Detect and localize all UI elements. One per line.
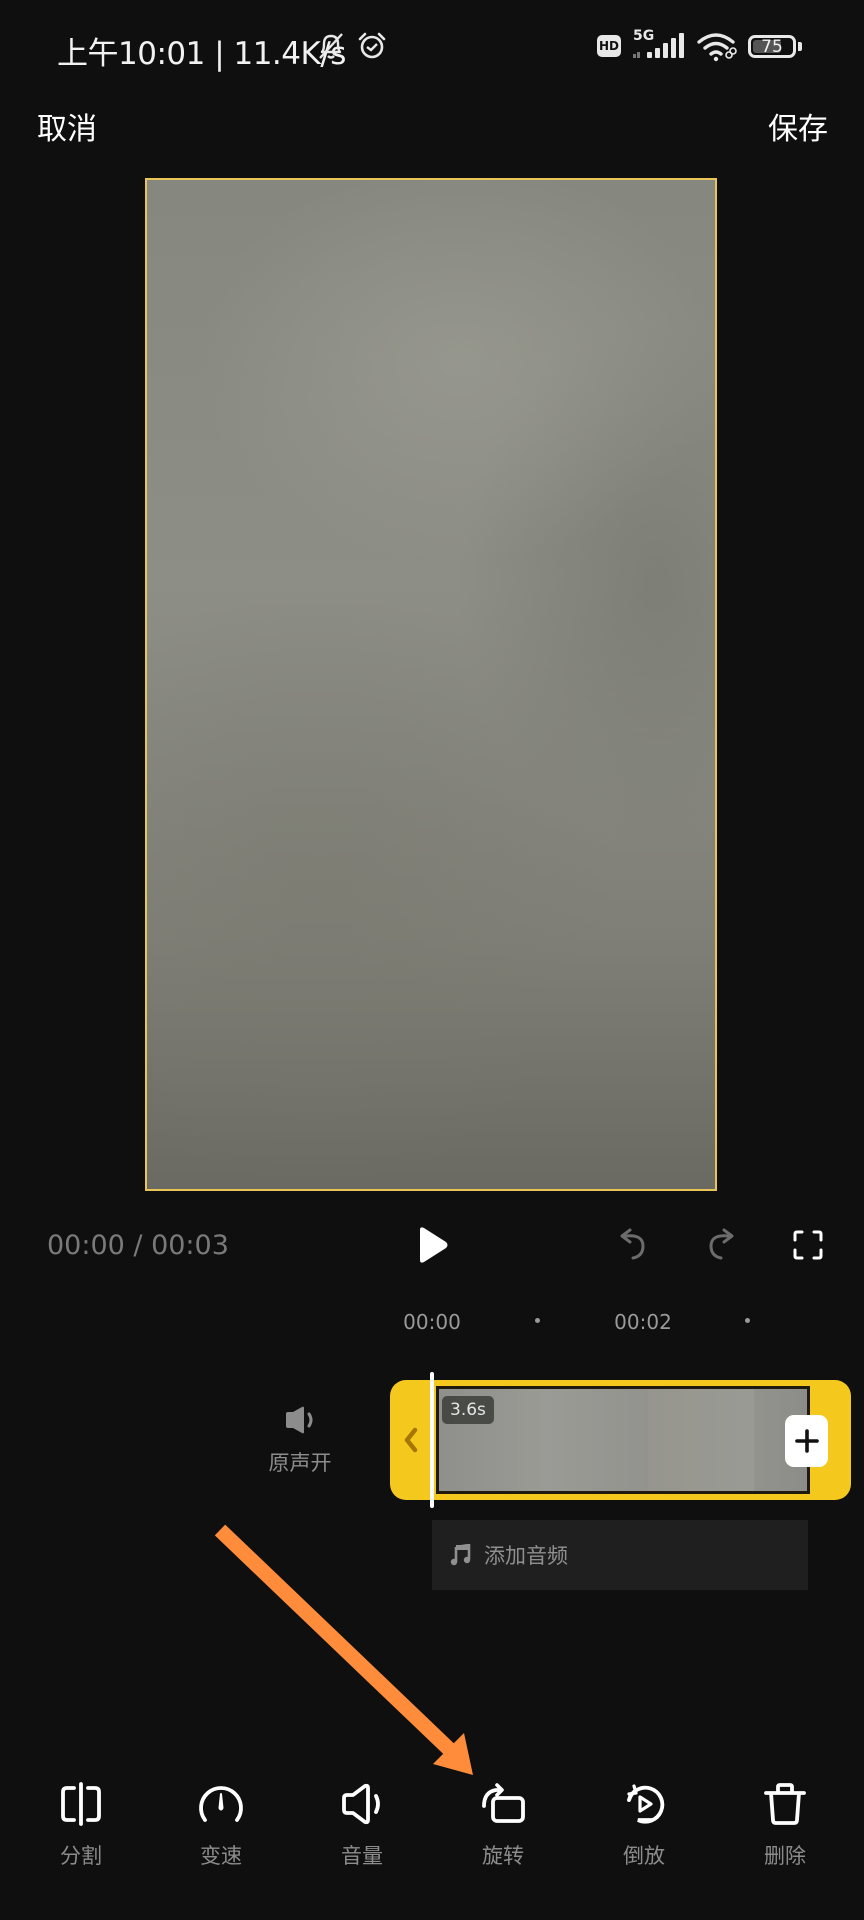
original-audio-label: 原声开 [268,1451,332,1475]
play-button[interactable] [413,1222,453,1268]
toolbar-reverse-label: 倒放 [623,1844,665,1868]
redo-icon [709,1228,734,1260]
delete-icon [764,1783,806,1825]
undo-button[interactable] [614,1225,654,1265]
annotation-arrow-shaft [214,1524,456,1756]
battery-tip [798,42,802,51]
speed-icon [199,1786,243,1822]
undo-icon [620,1228,645,1260]
add-audio-button[interactable]: 添加音频 [432,1520,808,1590]
time-readout: 00:00 / 00:03 [47,1230,229,1261]
music-note-icon [450,1544,471,1566]
battery-level-text: 75 [761,37,783,57]
video-preview[interactable] [145,178,717,1191]
add-clip-button[interactable] [785,1415,828,1467]
toolbar-delete[interactable]: 删除 [730,1780,840,1870]
battery-icon: 75 [748,35,796,58]
toolbar-split-label: 分割 [60,1844,102,1868]
playhead[interactable] [430,1372,434,1508]
status-time: 上午10:01 | 11.4K/s [57,36,346,72]
hd-icon: HD [597,35,621,57]
toolbar-rotate[interactable]: 旋转 [448,1780,558,1870]
clip-duration-badge: 3.6s [442,1396,494,1424]
toolbar-split[interactable]: 分割 [26,1780,136,1870]
fullscreen-button[interactable] [788,1225,828,1265]
mute-bell-icon [319,33,343,59]
clip-thumbnail [648,1389,754,1491]
toolbar-volume-label: 音量 [341,1844,383,1868]
toolbar-delete-label: 删除 [764,1844,806,1868]
reverse-icon [627,1784,665,1824]
play-icon [420,1227,448,1263]
ruler-dot [535,1318,540,1323]
chevron-left-icon [404,1427,418,1453]
rotate-icon [482,1783,525,1823]
toolbar-rotate-label: 旋转 [482,1844,524,1868]
split-icon [61,1782,101,1826]
volume-icon [342,1783,380,1825]
save-button[interactable]: 保存 [768,104,828,148]
annotation-arrow-head [433,1733,473,1775]
cancel-button[interactable]: 取消 [37,104,97,148]
speaker-icon [286,1406,313,1434]
plus-icon [794,1429,819,1453]
toolbar-speed[interactable]: 变速 [166,1780,276,1870]
fullscreen-icon [793,1230,823,1260]
ruler-dot [745,1318,750,1323]
toolbar-volume[interactable]: 音量 [307,1780,417,1870]
ruler-label: 00:00 [403,1310,461,1334]
add-audio-label: 添加音频 [484,1544,568,1568]
wifi-icon [697,33,737,62]
toolbar-speed-label: 变速 [200,1844,242,1868]
toolbar-reverse[interactable]: 倒放 [589,1780,699,1870]
ruler-label: 00:02 [614,1310,672,1334]
redo-button[interactable] [700,1225,740,1265]
clip-trim-handle-left[interactable] [390,1380,432,1500]
clip-thumbnail [542,1389,648,1491]
original-audio-toggle[interactable]: 原声开 [255,1405,345,1477]
cellular-signal-icon [633,33,684,58]
alarm-clock-icon [358,32,386,59]
